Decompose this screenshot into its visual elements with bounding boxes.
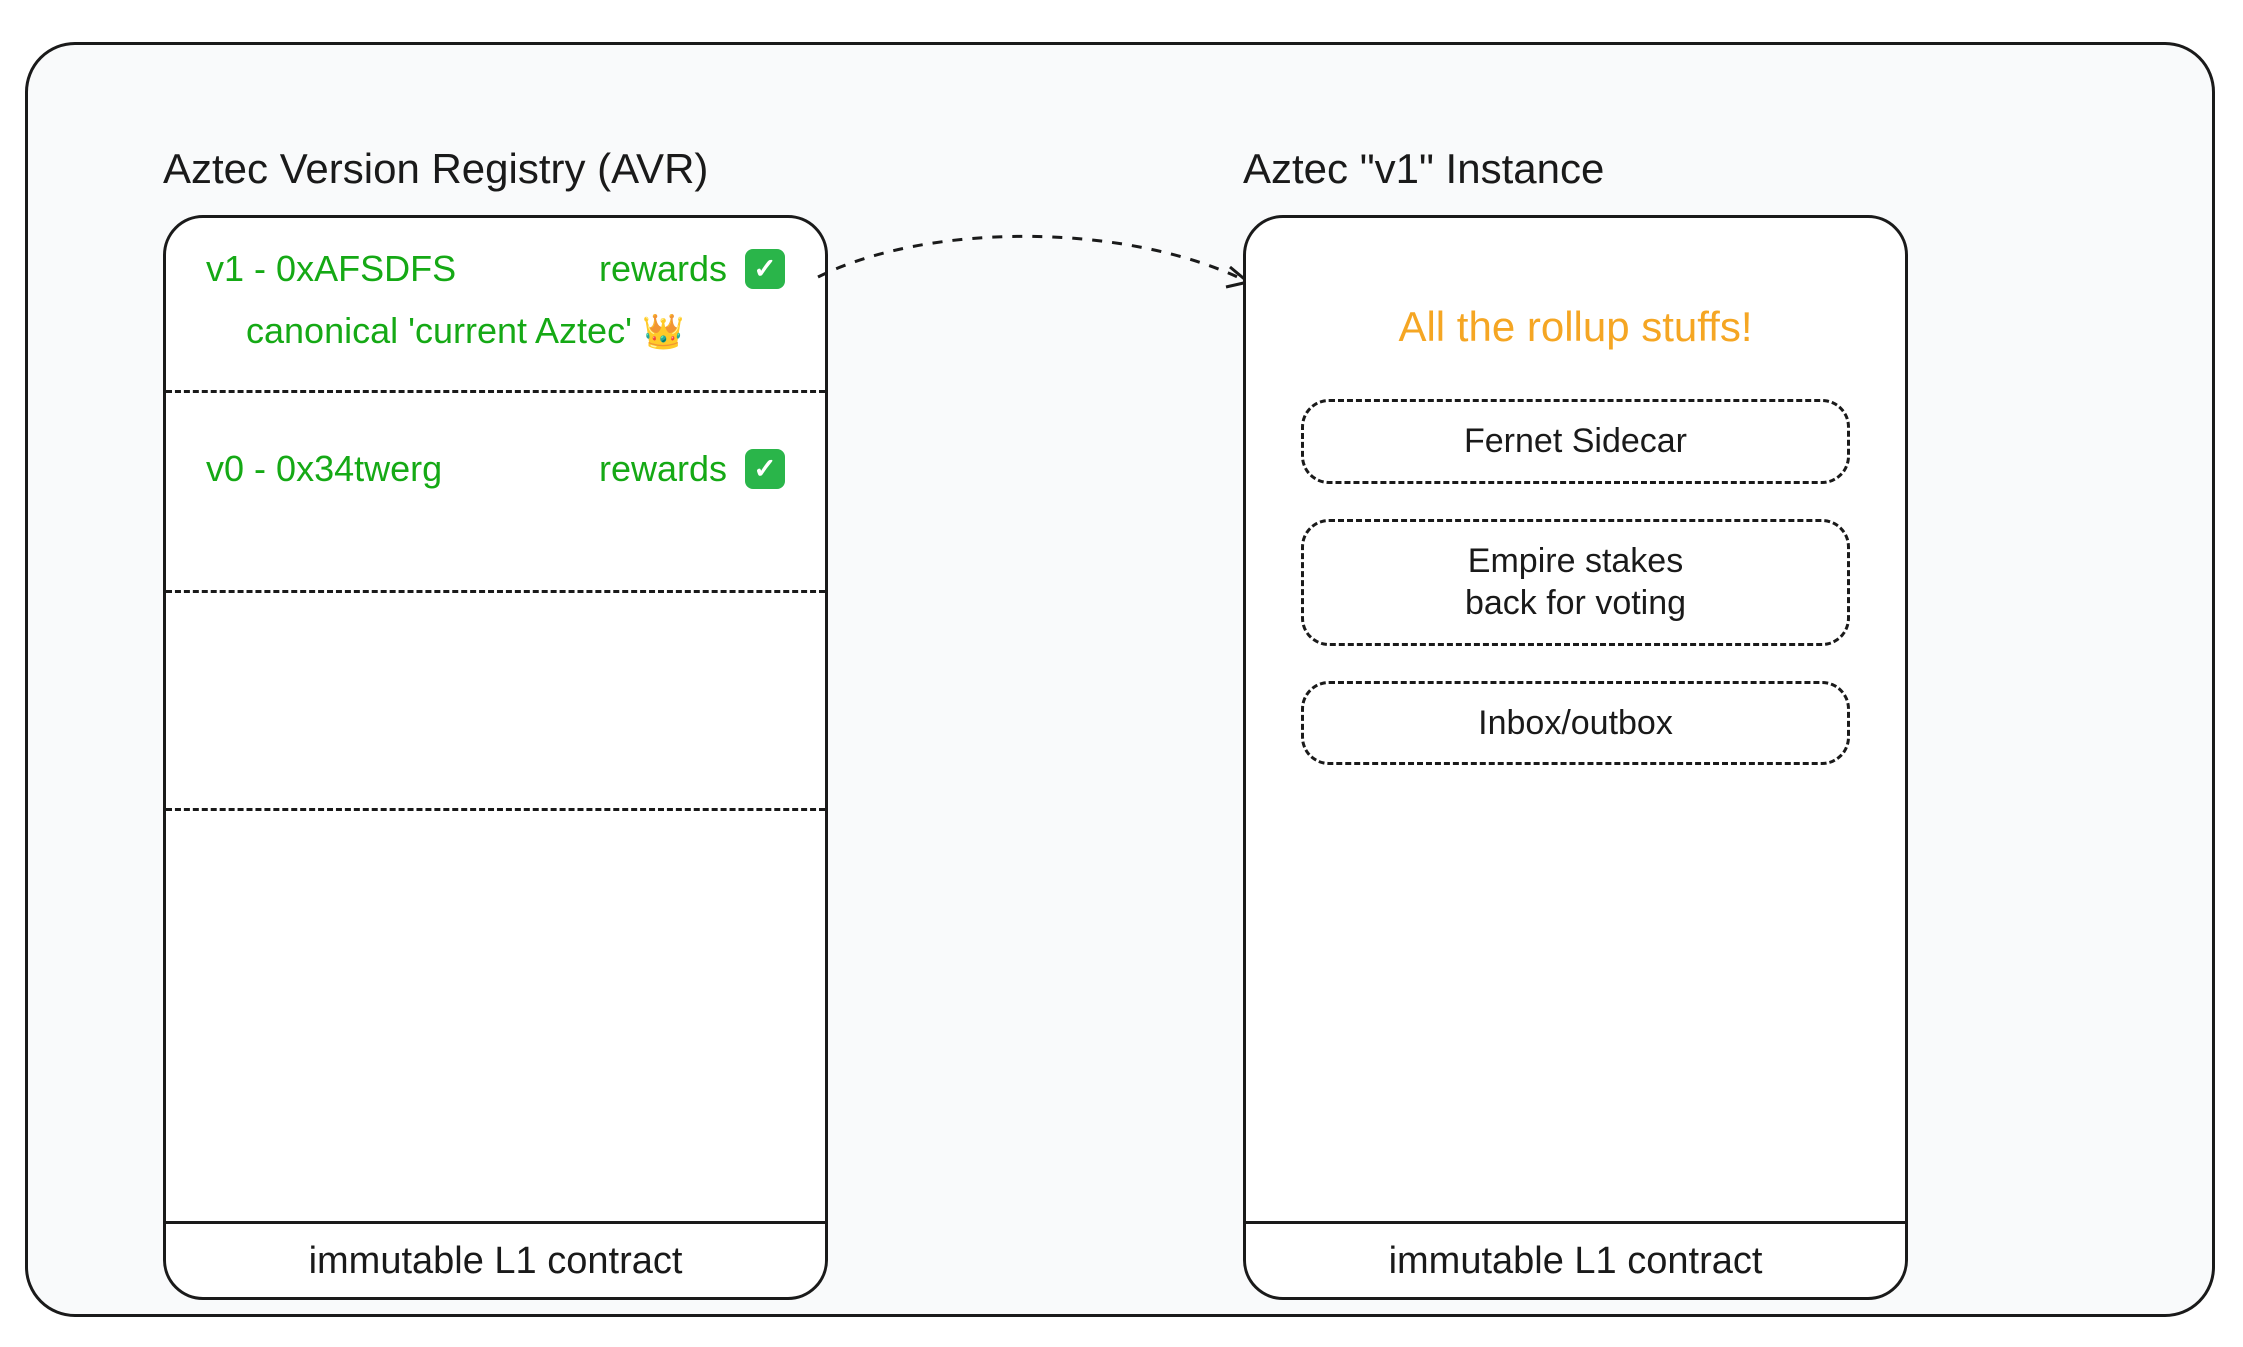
avr-title: Aztec Version Registry (AVR) bbox=[163, 145, 708, 193]
separator: - bbox=[254, 248, 276, 289]
instance-headline: All the rollup stuffs! bbox=[1246, 303, 1905, 351]
avr-footer: immutable L1 contract bbox=[166, 1221, 825, 1297]
instance-title: Aztec "v1" Instance bbox=[1243, 145, 1604, 193]
avr-entry-v0: v0 - 0x34twerg rewards ✓ bbox=[166, 393, 825, 593]
outer-frame: Aztec Version Registry (AVR) v1 - 0xAFSD… bbox=[25, 42, 2215, 1317]
rewards-label: rewards bbox=[599, 448, 727, 490]
avr-entry-line: v0 - 0x34twerg rewards ✓ bbox=[206, 448, 785, 490]
component-list: Fernet Sidecar Empire stakesback for vot… bbox=[1246, 399, 1905, 765]
rewards-label: rewards bbox=[599, 248, 727, 290]
avr-entry-empty-2 bbox=[166, 811, 825, 1029]
version-label: v1 bbox=[206, 248, 244, 289]
canonical-label: canonical 'current Aztec' bbox=[246, 310, 632, 351]
avr-entry-v1: v1 - 0xAFSDFS rewards ✓ canonical 'curre… bbox=[166, 218, 825, 393]
check-icon: ✓ bbox=[745, 449, 785, 489]
diagram-canvas: Aztec Version Registry (AVR) v1 - 0xAFSD… bbox=[0, 0, 2243, 1347]
avr-entry-empty-1 bbox=[166, 593, 825, 811]
check-icon: ✓ bbox=[745, 249, 785, 289]
canonical-label-row: canonical 'current Aztec' 👑 bbox=[206, 310, 785, 352]
arrow-icon bbox=[808, 217, 1278, 337]
address-label: 0xAFSDFS bbox=[276, 248, 456, 289]
address-label: 0x34twerg bbox=[276, 448, 442, 489]
separator: - bbox=[254, 448, 276, 489]
component-inbox: Inbox/outbox bbox=[1301, 681, 1850, 766]
crown-icon: 👑 bbox=[642, 313, 684, 351]
version-address-text: v0 - 0x34twerg bbox=[206, 448, 442, 490]
avr-entry-line: v1 - 0xAFSDFS rewards ✓ bbox=[206, 248, 785, 290]
version-label: v0 bbox=[206, 448, 244, 489]
instance-footer: immutable L1 contract bbox=[1246, 1221, 1905, 1297]
component-empire: Empire stakesback for voting bbox=[1301, 519, 1850, 646]
component-fernet: Fernet Sidecar bbox=[1301, 399, 1850, 484]
version-address-text: v1 - 0xAFSDFS bbox=[206, 248, 456, 290]
instance-box: All the rollup stuffs! Fernet Sidecar Em… bbox=[1243, 215, 1908, 1300]
avr-box: v1 - 0xAFSDFS rewards ✓ canonical 'curre… bbox=[163, 215, 828, 1300]
